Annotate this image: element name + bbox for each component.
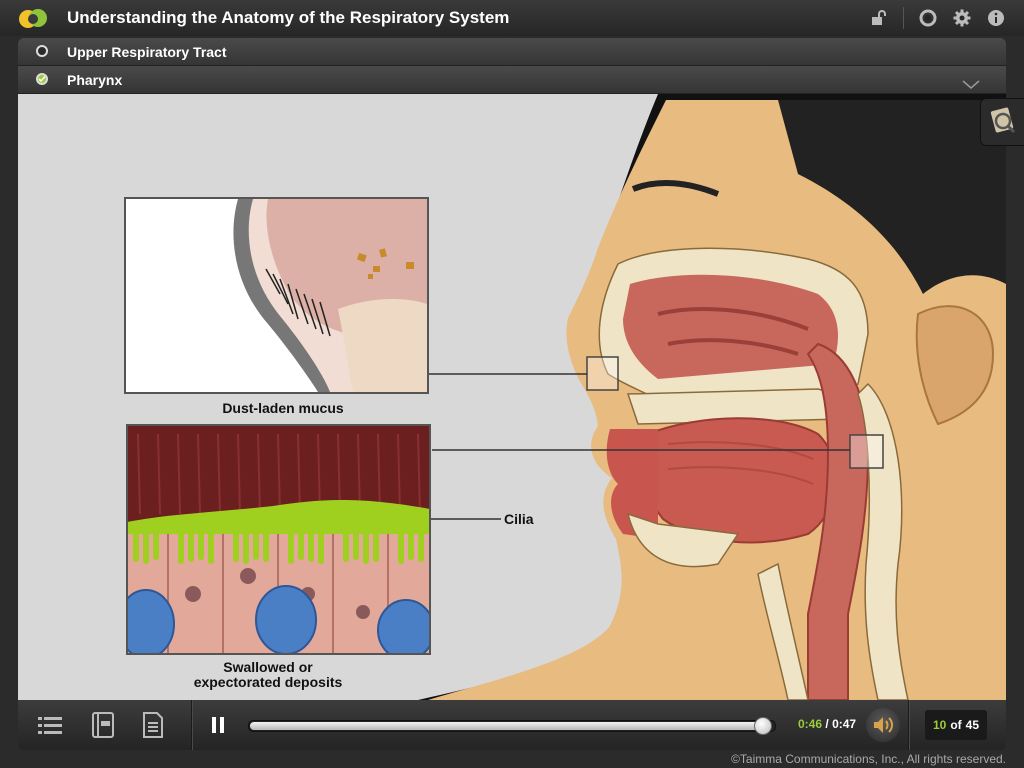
magnifier-icon[interactable] [980, 98, 1024, 146]
chevron-down-icon [962, 80, 980, 89]
breadcrumb-label: Pharynx [67, 72, 123, 88]
page-counter: 10 of 45 [925, 710, 987, 740]
cilia-label: Cilia [504, 511, 534, 527]
copyright-text: ©Taimma Communications, Inc., All rights… [731, 752, 1006, 766]
notes-document-icon[interactable] [139, 712, 167, 738]
page-current: 10 [932, 718, 947, 732]
info-icon[interactable] [986, 8, 1006, 28]
page-total: 45 [965, 718, 980, 732]
control-separator [191, 700, 193, 750]
inset-dust-mucus [124, 197, 429, 394]
toolbar-separator [903, 7, 904, 29]
checkmark-circle-icon [36, 73, 48, 85]
breadcrumb-label: Upper Respiratory Tract [67, 44, 227, 60]
breadcrumb-pharynx[interactable]: Pharynx [18, 66, 1006, 94]
time-separator: / [825, 717, 829, 731]
swallowed-deposits-label-line2: expectorated deposits [193, 674, 343, 690]
current-time: 0:46 [798, 717, 823, 731]
menu-list-icon[interactable] [36, 712, 64, 738]
control-separator [908, 700, 910, 750]
total-time: 0:47 [832, 717, 857, 731]
glossary-book-icon[interactable] [89, 712, 117, 738]
swallowed-deposits-label: Swallowed or expectorated deposits [168, 660, 368, 690]
dust-mucus-label: Dust-laden mucus [222, 400, 344, 416]
inset-cilia [126, 424, 431, 655]
breadcrumb-upper-respiratory-tract[interactable]: Upper Respiratory Tract [18, 38, 1006, 66]
time-display: 0:46 / 0:47 [798, 717, 856, 731]
respiratory-anatomy-illustration [124, 94, 1006, 700]
help-lifebuoy-icon[interactable] [918, 8, 938, 28]
unlock-icon[interactable] [869, 8, 889, 28]
content-frame: Upper Respiratory Tract Pharynx Dust-lad… [18, 38, 1006, 750]
page-of-label: of [950, 718, 962, 732]
logo-icon [19, 9, 47, 28]
progress-fill [250, 722, 761, 730]
progress-track[interactable] [248, 717, 776, 735]
app-title: Understanding the Anatomy of the Respira… [67, 8, 510, 27]
title-bar: Understanding the Anatomy of the Respira… [0, 0, 1024, 36]
illustration-stage: Dust-laden mucus Cilia Swallowed or expe… [18, 94, 1006, 700]
volume-icon[interactable] [866, 708, 900, 742]
progress-thumb[interactable] [753, 717, 772, 735]
pause-icon[interactable] [204, 712, 232, 738]
swallowed-deposits-label-line1: Swallowed or [223, 659, 313, 675]
incomplete-circle-icon [36, 45, 48, 57]
gear-icon[interactable] [952, 8, 972, 28]
player-control-bar: 0:46 / 0:47 10 of 45 [18, 700, 1006, 750]
